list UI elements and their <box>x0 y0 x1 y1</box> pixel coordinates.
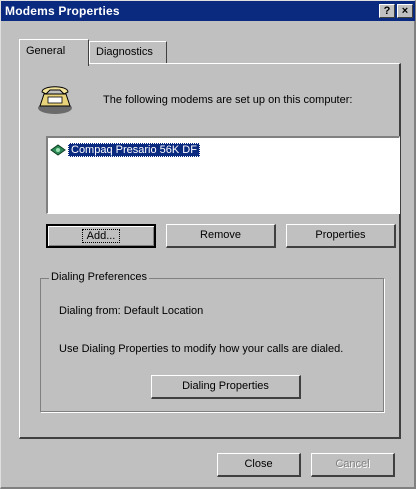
cancel-button[interactable]: Cancel <box>311 453 395 477</box>
general-tab-panel: The following modems are set up on this … <box>19 63 401 439</box>
remove-button[interactable]: Remove <box>166 224 276 248</box>
telephone-modem-icon <box>38 86 72 114</box>
modems-properties-window: Modems Properties ? × General Diagnostic… <box>0 0 416 489</box>
intro-text: The following modems are set up on this … <box>103 94 353 106</box>
modem-list[interactable]: Compaq Presario 56K DF <box>46 136 400 214</box>
title-bar[interactable]: Modems Properties ? × <box>1 1 415 21</box>
tab-diagnostics[interactable]: Diagnostics <box>89 41 167 63</box>
list-item-modem[interactable]: Compaq Presario 56K DF <box>50 142 200 158</box>
window-title: Modems Properties <box>5 4 120 18</box>
add-button[interactable]: Add... <box>46 224 156 248</box>
dialing-from-text: Dialing from: Default Location <box>59 305 204 317</box>
help-button[interactable]: ? <box>379 4 395 18</box>
modem-name: Compaq Presario 56K DF <box>68 143 200 157</box>
dialing-preferences-label: Dialing Preferences <box>49 271 149 283</box>
properties-button[interactable]: Properties <box>286 224 396 248</box>
modem-icon <box>50 144 66 156</box>
tab-general[interactable]: General <box>19 39 89 66</box>
add-button-label: Add... <box>81 229 121 243</box>
dialing-preferences-group: Dialing Preferences Dialing from: Defaul… <box>40 271 384 412</box>
close-window-button[interactable]: × <box>397 4 413 18</box>
dialing-properties-button[interactable]: Dialing Properties <box>151 375 301 399</box>
close-button[interactable]: Close <box>217 453 301 477</box>
dialing-help-text: Use Dialing Properties to modify how you… <box>59 343 344 355</box>
